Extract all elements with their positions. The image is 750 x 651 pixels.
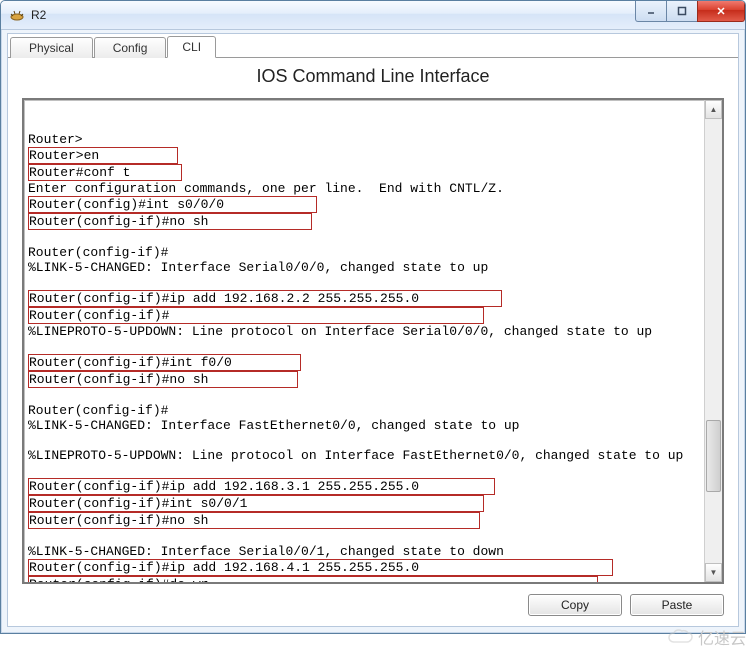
cli-panel: IOS Command Line Interface Router>Router… (8, 58, 738, 626)
maximize-button[interactable] (666, 1, 698, 22)
router-icon (9, 7, 25, 23)
window-controls (636, 1, 745, 21)
terminal-line: Router(config-if)#ip add 192.168.3.1 255… (28, 478, 701, 495)
client-area: Physical Config CLI IOS Command Line Int… (7, 33, 739, 627)
terminal-line (28, 433, 701, 448)
terminal-line: Router(config-if)#no sh (28, 371, 701, 388)
terminal-line: %LINK-5-CHANGED: Interface FastEthernet0… (28, 418, 701, 433)
tab-config[interactable]: Config (94, 37, 167, 58)
terminal-output[interactable]: Router>Router>enRouter#conf tEnter confi… (24, 100, 705, 582)
button-row: Copy Paste (528, 594, 724, 616)
watermark-text: 亿速云 (698, 625, 746, 649)
terminal-line (28, 529, 701, 544)
scroll-up-button[interactable]: ▲ (705, 100, 722, 119)
terminal-line: Router(config-if)#int f0/0 (28, 354, 701, 371)
scrollbar[interactable]: ▲ ▼ (704, 100, 722, 582)
terminal-line: %LINK-5-CHANGED: Interface Serial0/0/0, … (28, 260, 701, 275)
watermark: 亿速云 (666, 625, 746, 649)
terminal-line (28, 463, 701, 478)
terminal-line: Router(config-if)# (28, 403, 701, 418)
terminal-line: Router(config-if)# (28, 307, 701, 324)
close-button[interactable] (697, 1, 745, 22)
terminal-line: Router(config-if)#ip add 192.168.2.2 255… (28, 290, 701, 307)
terminal: Router>Router>enRouter#conf tEnter confi… (22, 98, 724, 584)
cli-heading: IOS Command Line Interface (8, 66, 738, 87)
terminal-line: Router(config-if)#no sh (28, 213, 701, 230)
tab-bar: Physical Config CLI (8, 34, 738, 58)
titlebar[interactable]: R2 (1, 1, 745, 30)
app-window: R2 Physical Config CLI IOS C (0, 0, 746, 634)
terminal-line (28, 230, 701, 245)
terminal-line (28, 117, 701, 132)
tab-cli[interactable]: CLI (167, 36, 216, 58)
terminal-line (28, 102, 701, 117)
terminal-line: Router(config-if)#no sh (28, 512, 701, 529)
terminal-line: %LINK-5-CHANGED: Interface Serial0/0/1, … (28, 544, 701, 559)
terminal-line: %LINEPROTO-5-UPDOWN: Line protocol on In… (28, 448, 701, 463)
terminal-line: %LINEPROTO-5-UPDOWN: Line protocol on In… (28, 324, 701, 339)
terminal-line: Router> (28, 132, 701, 147)
terminal-line: Router#conf t (28, 164, 701, 181)
copy-button[interactable]: Copy (528, 594, 622, 616)
terminal-line (28, 388, 701, 403)
terminal-line: Router(config-if)#ip add 192.168.4.1 255… (28, 559, 701, 576)
terminal-line: Router(config-if)#int s0/0/1 (28, 495, 701, 512)
paste-button[interactable]: Paste (630, 594, 724, 616)
terminal-viewport[interactable]: Router>Router>enRouter#conf tEnter confi… (24, 100, 705, 582)
terminal-line: Enter configuration commands, one per li… (28, 181, 701, 196)
tab-physical[interactable]: Physical (10, 37, 93, 58)
terminal-line (28, 275, 701, 290)
minimize-button[interactable] (635, 1, 667, 22)
terminal-line: Router(config-if)# (28, 245, 701, 260)
scroll-down-button[interactable]: ▼ (705, 563, 722, 582)
window-title: R2 (31, 8, 46, 22)
terminal-line: Router(config)#int s0/0/0 (28, 196, 701, 213)
terminal-line: Router(config-if)#do wr (28, 576, 701, 582)
terminal-line (28, 339, 701, 354)
scroll-thumb[interactable] (706, 420, 721, 492)
terminal-line: Router>en (28, 147, 701, 164)
